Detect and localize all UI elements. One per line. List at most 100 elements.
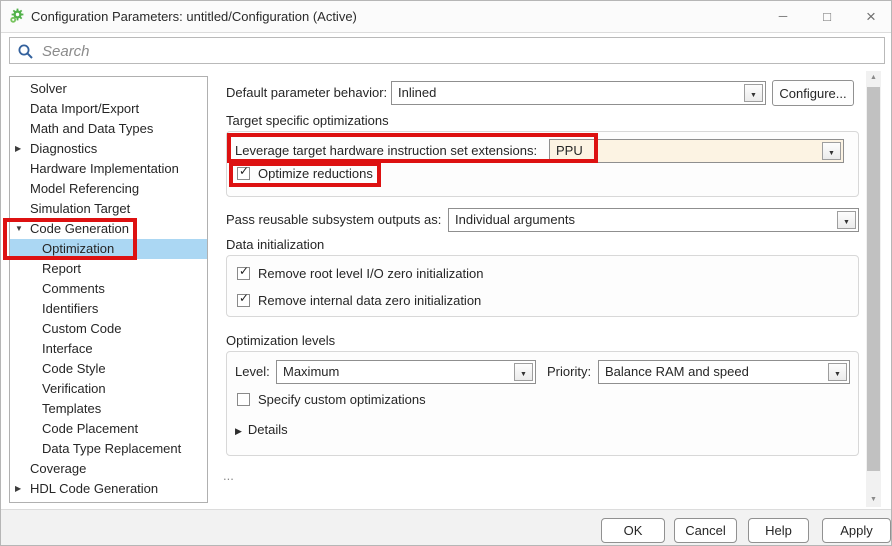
check-icon: ✓ [239, 164, 249, 178]
sidebar-item-label: Hardware Implementation [30, 161, 179, 176]
chevron-down-icon[interactable]: ▼ [837, 211, 856, 229]
specify-custom-optimizations-checkbox[interactable] [237, 393, 250, 406]
help-button[interactable]: Help [748, 518, 809, 543]
search-icon [17, 43, 34, 60]
sidebar-item-label: Diagnostics [30, 141, 97, 156]
chevron-right-icon: ▶ [235, 426, 242, 436]
sidebar-item-label: Code Placement [42, 421, 138, 436]
sidebar-item-optimization[interactable]: Optimization [10, 239, 207, 259]
default-parameter-behavior-select[interactable]: Inlined ▼ [391, 81, 766, 105]
sidebar-item-label: Report [42, 261, 81, 276]
priority-label: Priority: [547, 360, 591, 384]
ellipsis-text: ... [223, 469, 234, 483]
search-bar [9, 37, 885, 64]
sidebar-item-math-and-data-types[interactable]: Math and Data Types [10, 119, 207, 139]
leverage-label: Leverage target hardware instruction set… [235, 139, 537, 163]
sidebar-item-diagnostics[interactable]: ▶Diagnostics [10, 139, 207, 159]
scroll-down-icon[interactable]: ▼ [866, 493, 881, 507]
sidebar-item-hardware-implementation[interactable]: Hardware Implementation [10, 159, 207, 179]
sidebar-item-data-type-replacement[interactable]: Data Type Replacement [10, 439, 207, 459]
level-label: Level: [235, 360, 270, 384]
sidebar-item-code-generation[interactable]: ▼Code Generation [10, 219, 207, 239]
minimize-button[interactable]: ─ [769, 1, 797, 32]
remove-internal-data-label[interactable]: Remove internal data zero initialization [258, 289, 481, 313]
sidebar-item-label: Templates [42, 401, 101, 416]
optimize-reductions-checkbox[interactable]: ✓ [237, 167, 250, 180]
remove-root-io-label[interactable]: Remove root level I/O zero initializatio… [258, 262, 483, 286]
sidebar-item-label: Simulation Target [30, 201, 130, 216]
sidebar-item-report[interactable]: Report [10, 259, 207, 279]
dropdown-arrow-glyph: ▼ [834, 371, 841, 378]
scrollbar-thumb[interactable] [867, 87, 880, 471]
chevron-down-icon[interactable]: ▼ [744, 84, 763, 102]
sidebar-item-label: Identifiers [42, 301, 98, 316]
cancel-button[interactable]: Cancel [674, 518, 737, 543]
sidebar-item-label: Data Import/Export [30, 101, 139, 116]
sidebar-item-verification[interactable]: Verification [10, 379, 207, 399]
sidebar-item-label: Model Referencing [30, 181, 139, 196]
select-value: Maximum [283, 361, 511, 383]
check-icon: ✓ [239, 264, 249, 278]
level-select[interactable]: Maximum ▼ [276, 360, 536, 384]
chevron-right-icon[interactable]: ▶ [15, 479, 27, 499]
sidebar-item-simulation-target[interactable]: Simulation Target [10, 199, 207, 219]
pass-reusable-label: Pass reusable subsystem outputs as: [226, 208, 441, 232]
optimize-reductions-label[interactable]: Optimize reductions [258, 162, 373, 186]
sidebar-item-identifiers[interactable]: Identifiers [10, 299, 207, 319]
chevron-down-icon[interactable]: ▼ [828, 363, 847, 381]
sidebar-item-code-style[interactable]: Code Style [10, 359, 207, 379]
sidebar-item-label: Solver [30, 81, 67, 96]
remove-internal-data-checkbox[interactable]: ✓ [237, 294, 250, 307]
sidebar-item-label: Code Generation [30, 221, 129, 236]
sidebar-item-templates[interactable]: Templates [10, 399, 207, 419]
scroll-up-icon[interactable]: ▲ [866, 71, 881, 85]
chevron-down-icon[interactable]: ▼ [15, 219, 27, 239]
dropdown-arrow-glyph: ▼ [750, 92, 757, 99]
chevron-right-icon[interactable]: ▶ [15, 139, 27, 159]
sidebar-item-comments[interactable]: Comments [10, 279, 207, 299]
dropdown-arrow-glyph: ▼ [843, 219, 850, 226]
sidebar-item-hdl-code-generation[interactable]: ▶HDL Code Generation [10, 479, 207, 499]
close-button[interactable]: × [857, 1, 885, 32]
sidebar-item-label: Data Type Replacement [42, 441, 181, 456]
data-initialization-title: Data initialization [226, 235, 324, 255]
select-value: Inlined [398, 82, 741, 104]
details-expander[interactable]: ▶Details [235, 420, 288, 441]
maximize-button[interactable]: □ [813, 1, 841, 32]
specify-custom-optimizations-label[interactable]: Specify custom optimizations [258, 388, 426, 412]
check-icon: ✓ [239, 291, 249, 305]
sidebar-item-label: Code Style [42, 361, 106, 376]
gear-icon [9, 8, 25, 24]
default-parameter-behavior-label: Default parameter behavior: [226, 81, 387, 105]
select-value: Balance RAM and speed [605, 361, 825, 383]
sidebar-item-coverage[interactable]: Coverage [10, 459, 207, 479]
dropdown-arrow-glyph: ▼ [520, 371, 527, 378]
priority-select[interactable]: Balance RAM and speed ▼ [598, 360, 850, 384]
remove-root-io-checkbox[interactable]: ✓ [237, 267, 250, 280]
vertical-scrollbar[interactable]: ▲ ▼ [866, 71, 881, 507]
sidebar-item-label: Math and Data Types [30, 121, 153, 136]
search-input[interactable] [40, 39, 874, 64]
sidebar-item-label: Interface [42, 341, 93, 356]
sidebar-item-solver[interactable]: Solver [10, 79, 207, 99]
sidebar-item-data-import-export[interactable]: Data Import/Export [10, 99, 207, 119]
apply-button[interactable]: Apply [822, 518, 891, 543]
sidebar-item-custom-code[interactable]: Custom Code [10, 319, 207, 339]
sidebar-item-code-placement[interactable]: Code Placement [10, 419, 207, 439]
pass-reusable-select[interactable]: Individual arguments ▼ [448, 208, 859, 232]
ok-button[interactable]: OK [601, 518, 665, 543]
sidebar-item-label: Coverage [30, 461, 86, 476]
window-title: Configuration Parameters: untitled/Confi… [31, 1, 357, 32]
sidebar-item-label: Verification [42, 381, 106, 396]
sidebar-tree: Solver Data Import/Export Math and Data … [9, 76, 208, 503]
sidebar-item-interface[interactable]: Interface [10, 339, 207, 359]
target-specific-title: Target specific optimizations [226, 111, 389, 131]
configure-button[interactable]: Configure... [772, 80, 854, 106]
configuration-parameters-dialog: Configuration Parameters: untitled/Confi… [0, 0, 892, 546]
select-value: PPU [556, 140, 819, 162]
chevron-down-icon[interactable]: ▼ [514, 363, 533, 381]
chevron-down-icon[interactable]: ▼ [822, 142, 841, 160]
leverage-select[interactable]: PPU ▼ [549, 139, 844, 163]
select-value: Individual arguments [455, 209, 834, 231]
sidebar-item-model-referencing[interactable]: Model Referencing [10, 179, 207, 199]
